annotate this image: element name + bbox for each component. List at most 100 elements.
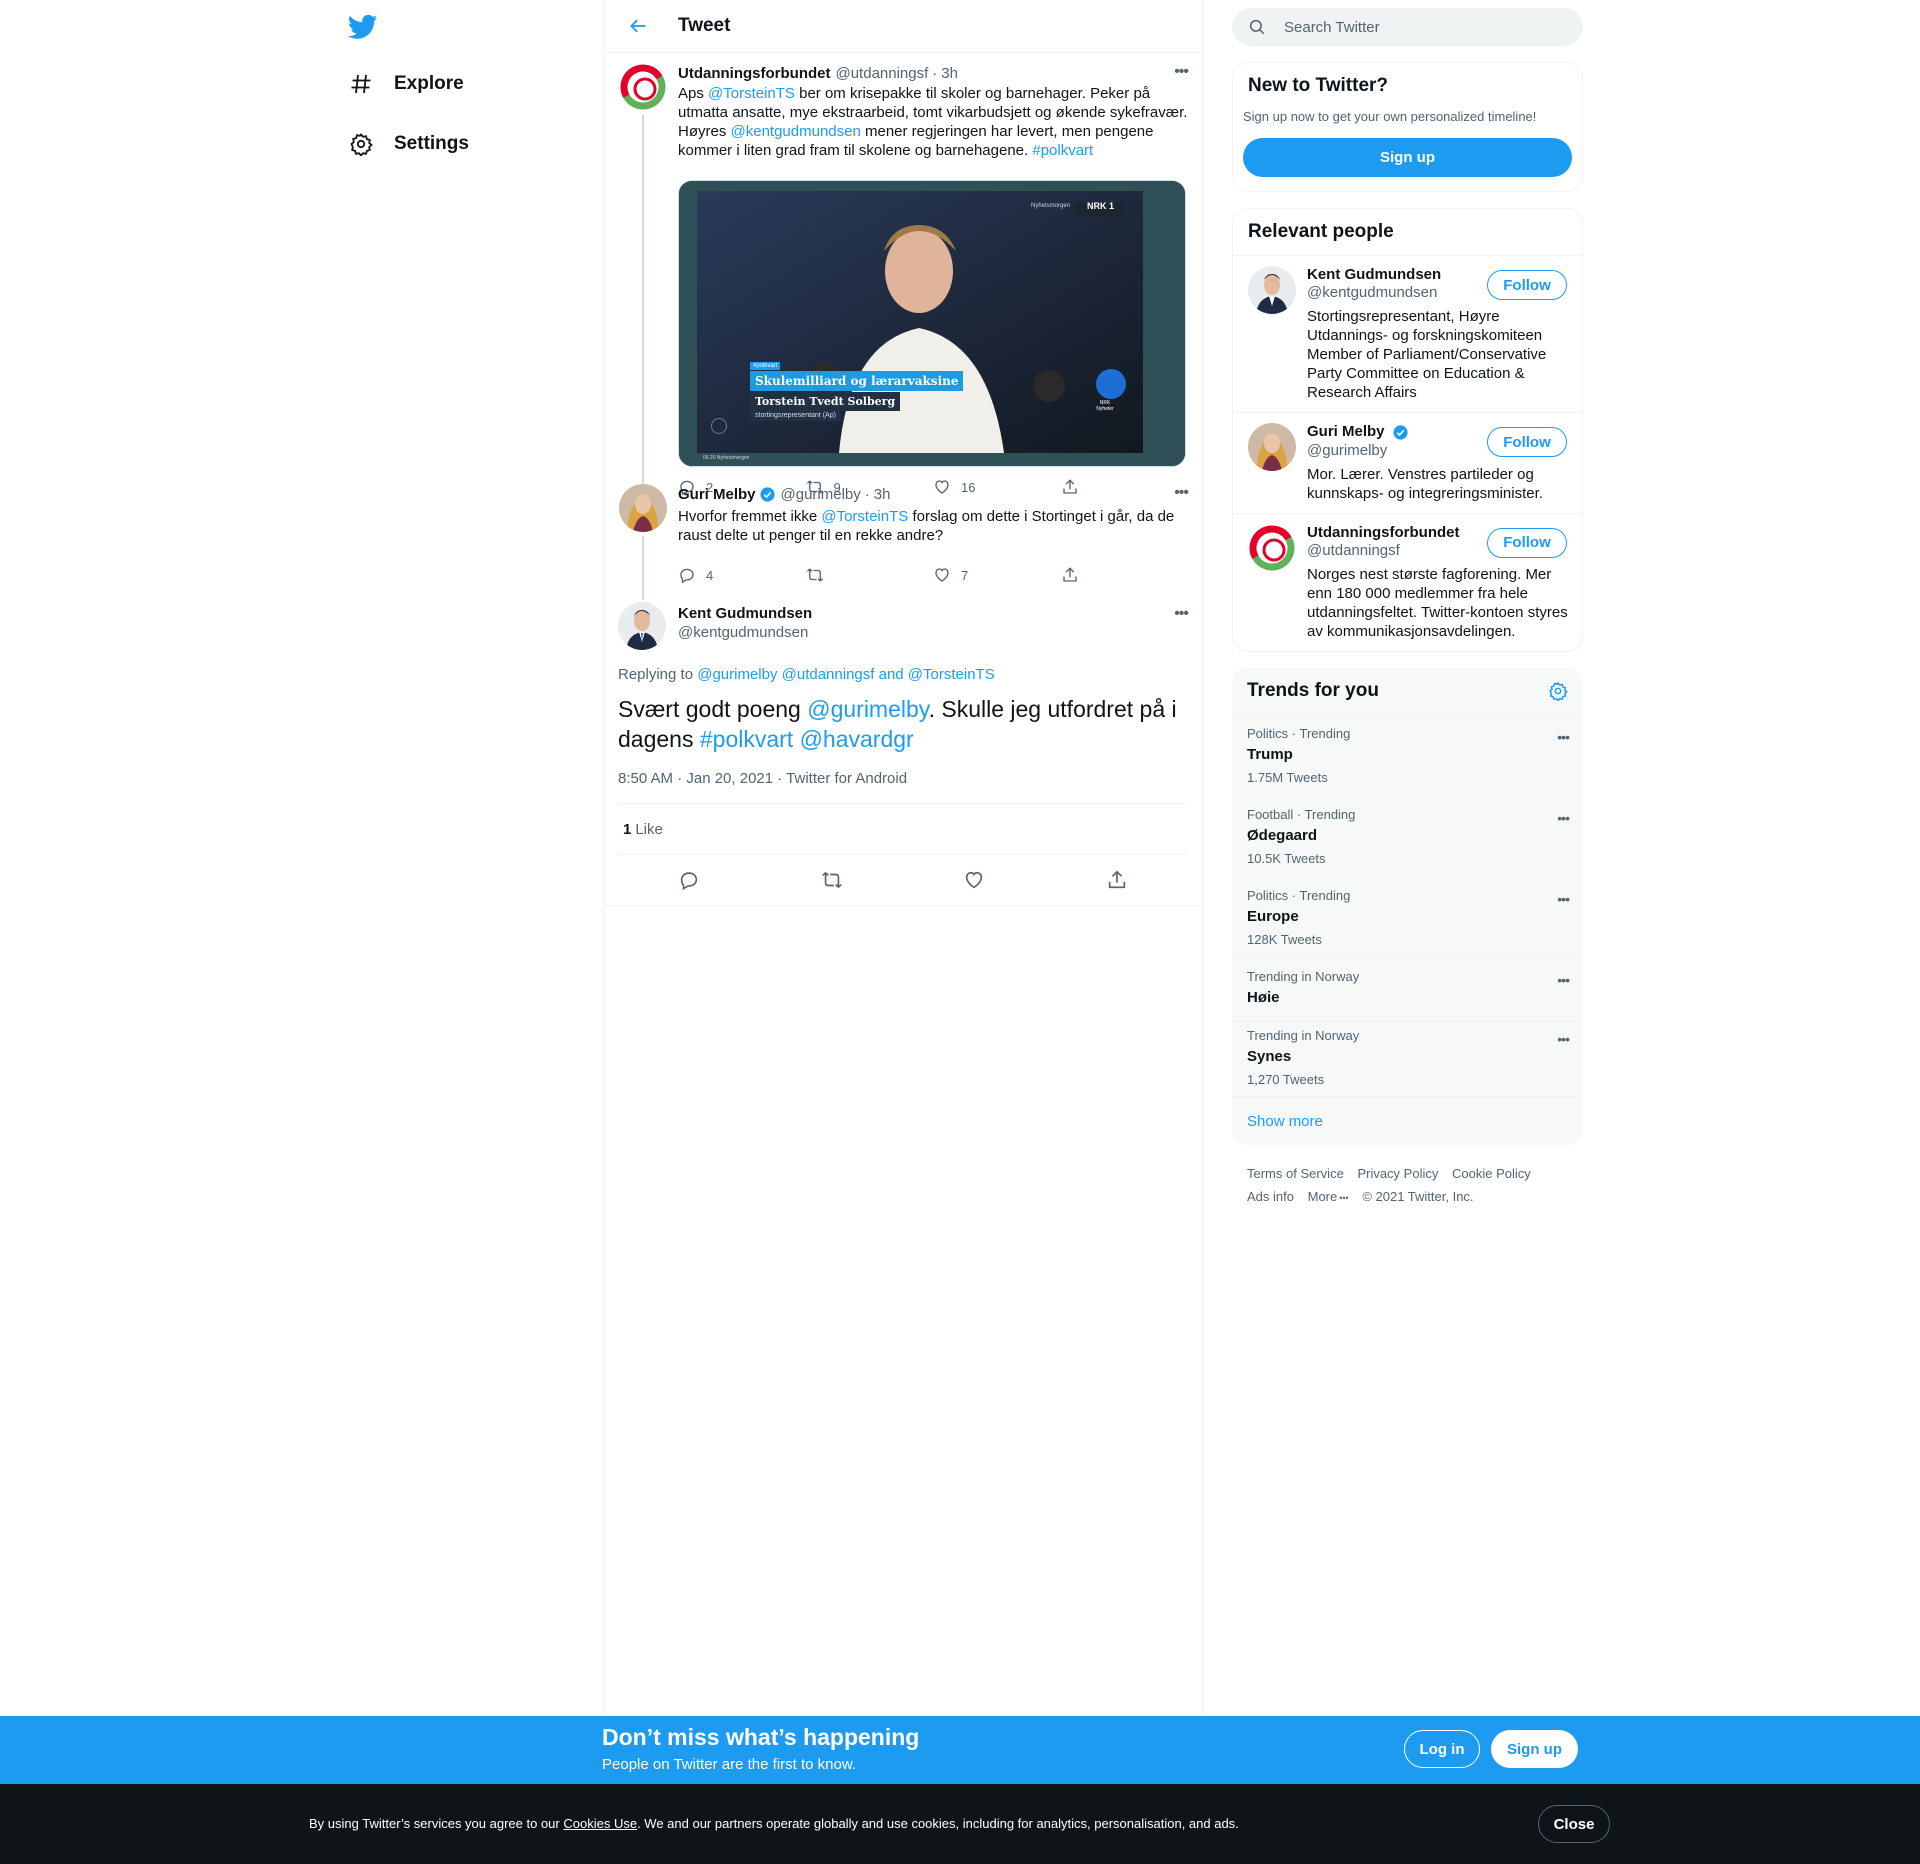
relevant-people-card: Relevant people Kent Gudmundsen @kentgud… [1232, 208, 1583, 652]
replying-to: Replying to @gurimelby @utdanningsf and … [618, 666, 1188, 683]
more-options-icon[interactable]: ••• [1174, 484, 1189, 502]
gear-icon[interactable] [1548, 681, 1568, 701]
privacy-link[interactable]: Privacy Policy [1357, 1166, 1438, 1181]
trend-item[interactable]: Football · Trending Ødegaard 10.5K Tweet… [1232, 794, 1583, 876]
main-column: Tweet ••• Utdanningsforbundet @utdanning… [603, 0, 1203, 1716]
tweet-header: Guri Melby @gurimelby · 3h [678, 484, 1188, 504]
more-options-icon[interactable]: ••• [1174, 63, 1189, 81]
follow-button[interactable]: Follow [1487, 527, 1567, 558]
more-options-icon[interactable]: ••• [1557, 810, 1570, 826]
terms-link[interactable]: Terms of Service [1247, 1166, 1344, 1181]
follow-button[interactable]: Follow [1487, 270, 1567, 300]
tweet-text: Aps @TorsteinTS ber om krisepakke til sk… [678, 84, 1188, 160]
tweet-meta[interactable]: 8:50 AM · Jan 20, 2021 · Twitter for And… [618, 770, 1188, 787]
hashtag-link[interactable]: #polkvart [700, 726, 793, 752]
author-name[interactable]: Utdanningsforbundet [678, 65, 830, 82]
mention-link[interactable]: @havardgr [800, 726, 914, 752]
person-bio: Norges nest største fagforening. Mer enn… [1307, 565, 1568, 640]
cookie-policy-link[interactable]: Cookie Policy [1452, 1166, 1531, 1181]
author-name[interactable]: Kent Gudmundsen [678, 605, 812, 622]
avatar[interactable] [1248, 266, 1296, 314]
show-more-link[interactable]: Show more [1232, 1096, 1583, 1145]
replying-to-links[interactable]: @gurimelby @utdanningsf and @TorsteinTS [697, 666, 995, 683]
tweet-time[interactable]: 3h [941, 65, 958, 82]
person-name[interactable]: Guri Melby [1307, 423, 1385, 440]
new-to-twitter-card: New to Twitter? Sign up now to get your … [1232, 62, 1583, 192]
share-button[interactable] [1061, 565, 1189, 585]
thread-line [642, 115, 644, 490]
utdanningsforbundet-logo-icon [619, 63, 667, 111]
author-name[interactable]: Guri Melby [678, 486, 756, 503]
search-box[interactable] [1232, 8, 1583, 46]
thread-tweet-1[interactable]: ••• Utdanningsforbundet @utdanningsf · 3… [604, 53, 1202, 496]
cookie-text: By using Twitter’s services you agree to… [309, 1816, 1239, 1831]
avatar[interactable] [619, 63, 667, 111]
trend-item[interactable]: Trending in Norway Synes 1,270 Tweets ••… [1232, 1015, 1583, 1097]
author-handle[interactable]: @kentgudmundsen [678, 624, 808, 641]
back-arrow-icon[interactable] [616, 16, 660, 36]
guri-melby-avatar [619, 484, 667, 532]
person-item[interactable]: Guri Melby @gurimelby Mor. Lærer. Venstr… [1233, 412, 1582, 513]
nav-settings-label: Settings [394, 133, 469, 154]
like-button[interactable]: 7 [933, 565, 1061, 585]
like-stats[interactable]: 1 Like [618, 804, 1188, 854]
trend-item[interactable]: Politics · Trending Trump 1.75M Tweets •… [1232, 713, 1583, 795]
author-handle[interactable]: @gurimelby [781, 486, 861, 503]
hashtag-link[interactable]: #polkvart [1032, 142, 1093, 159]
trend-category: Trending in Norway [1247, 1027, 1360, 1043]
trend-category: Politics · Trending [1247, 725, 1351, 741]
sidebar-signup-button[interactable]: Sign up [1243, 138, 1572, 177]
retweet-button[interactable] [806, 565, 934, 585]
nav-settings[interactable]: Settings [348, 124, 469, 164]
trend-title: Høie [1247, 988, 1280, 1006]
person-item[interactable]: Kent Gudmundsen @kentgudmundsen Storting… [1233, 255, 1582, 412]
share-icon[interactable] [1106, 869, 1128, 891]
signup-banner: Don’t miss what’s happening People on Tw… [0, 1716, 1920, 1784]
author-handle[interactable]: @utdanningsf [835, 65, 928, 82]
nav-explore[interactable]: Explore [348, 64, 464, 104]
more-options-icon[interactable]: ••• [1557, 972, 1570, 988]
mention-link[interactable]: @kentgudmundsen [731, 123, 861, 140]
login-button[interactable]: Log in [1404, 1730, 1480, 1768]
cookies-use-link[interactable]: Cookies Use [563, 1816, 637, 1831]
play-icon[interactable] [711, 418, 727, 434]
mention-link[interactable]: @gurimelby [807, 696, 928, 722]
new-to-twitter-subtitle: Sign up now to get your own personalized… [1243, 109, 1537, 124]
video-person: Torstein Tvedt Solberg [750, 392, 901, 411]
avatar[interactable] [1248, 523, 1296, 572]
avatar[interactable] [618, 602, 666, 650]
trend-title: Ødegaard [1247, 826, 1318, 844]
video-tag: #polkvart [750, 362, 781, 370]
trend-item[interactable]: Politics · Trending Europe 128K Tweets •… [1232, 875, 1583, 957]
cookie-close-button[interactable]: Close [1538, 1805, 1610, 1843]
twitter-logo-icon[interactable] [348, 12, 378, 42]
verified-badge-icon [759, 486, 775, 502]
thread-tweet-2[interactable]: ••• Guri Melby @gurimelby · 3h Hvorfor f… [604, 484, 1202, 600]
more-options-icon[interactable]: ••• [1557, 729, 1570, 745]
follow-button[interactable]: Follow [1487, 427, 1567, 457]
more-options-icon[interactable]: ••• [1557, 891, 1570, 907]
more-options-icon[interactable]: ••• [1557, 1031, 1570, 1047]
heart-icon[interactable] [963, 869, 985, 891]
avatar[interactable] [619, 484, 667, 532]
more-options-icon[interactable]: ••• [1174, 605, 1189, 623]
tweet-time[interactable]: 3h [874, 486, 891, 503]
tweet-text: Hvorfor fremmet ikke @TorsteinTS forslag… [678, 507, 1188, 545]
sidebar-footer: Terms of Service Privacy Policy Cookie P… [1232, 1145, 1583, 1210]
search-input[interactable] [1284, 18, 1544, 36]
avatar[interactable] [1248, 423, 1296, 471]
video-thumbnail[interactable]: #polkvart Skulemilliard og lærarvaksine … [678, 180, 1186, 467]
reply-button[interactable]: 4 [678, 565, 806, 585]
retweet-icon[interactable] [821, 869, 843, 891]
reply-icon[interactable] [678, 869, 700, 891]
mention-link[interactable]: @TorsteinTS [821, 508, 908, 525]
new-to-twitter-title: New to Twitter? [1248, 75, 1389, 96]
more-link[interactable]: More ••• [1308, 1189, 1349, 1204]
trend-item[interactable]: Trending in Norway Høie ••• [1232, 956, 1583, 1016]
mention-link[interactable]: @TorsteinTS [708, 85, 795, 102]
banner-signup-button[interactable]: Sign up [1491, 1730, 1578, 1768]
right-sidebar: New to Twitter? Sign up now to get your … [1232, 0, 1583, 1210]
ads-info-link[interactable]: Ads info [1247, 1189, 1294, 1204]
focused-tweet-author: Kent Gudmundsen @kentgudmundsen ••• [618, 600, 1189, 652]
person-item[interactable]: Utdanningsforbundet @utdanningsf Norges … [1233, 512, 1582, 651]
